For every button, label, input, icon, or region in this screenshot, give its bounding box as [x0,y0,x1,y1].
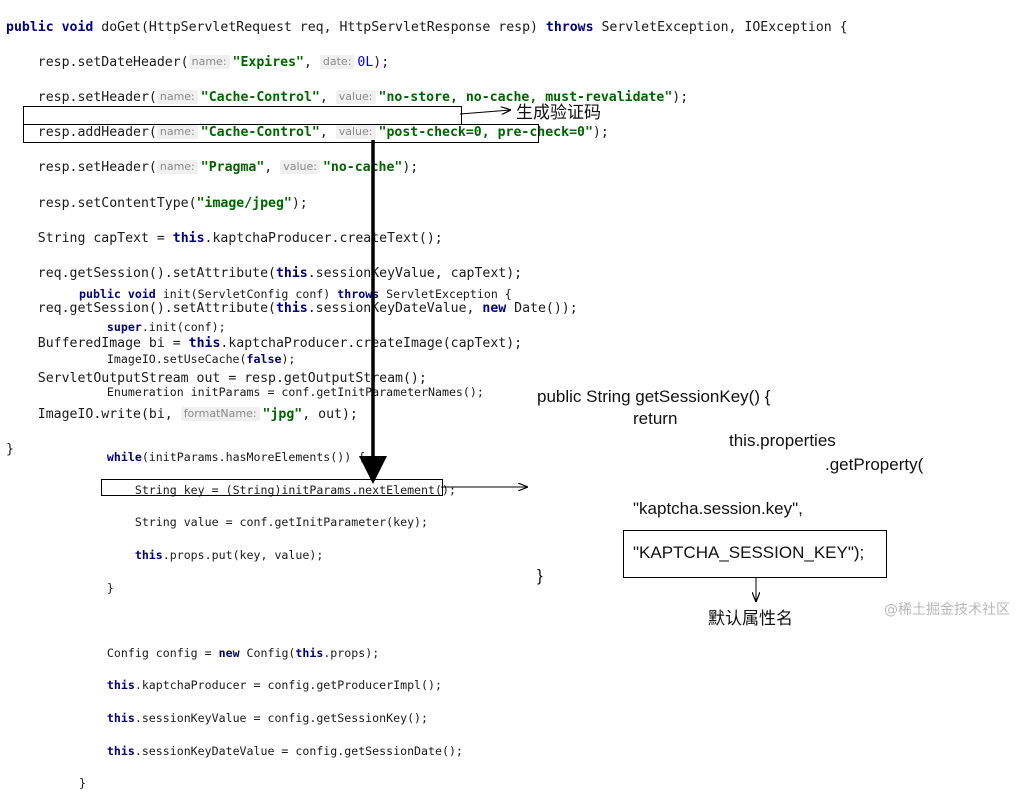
getter-close-brace: } [537,566,543,585]
default-attr-name-label: 默认属性名 [708,609,793,629]
code-line: this.sessionKeyDateValue = config.getSes… [106,743,463,758]
getter-signature: public String getSessionKey() { [537,387,771,406]
watermark: @稀土掘金技术社区 [884,602,1010,618]
generate-captcha-arrow [459,110,510,114]
getter-default-key: "KAPTCHA_SESSION_KEY"); [633,543,865,562]
getter-return: return [633,409,678,428]
code-line-get-session-key: this.sessionKeyValue = config.getSession… [106,711,429,726]
code-line: } [79,776,86,791]
code-line: Config config = new Config(this.props); [106,645,380,660]
getter-get-property: .getProperty( [825,455,924,474]
getter-properties: this.properties [729,431,836,450]
getter-key-name: "kaptcha.session.key", [633,499,803,518]
arrows-layer [359,0,1028,633]
code-line: this.kaptchaProducer = config.getProduce… [106,678,442,693]
generate-captcha-label: 生成验证码 [516,103,601,123]
